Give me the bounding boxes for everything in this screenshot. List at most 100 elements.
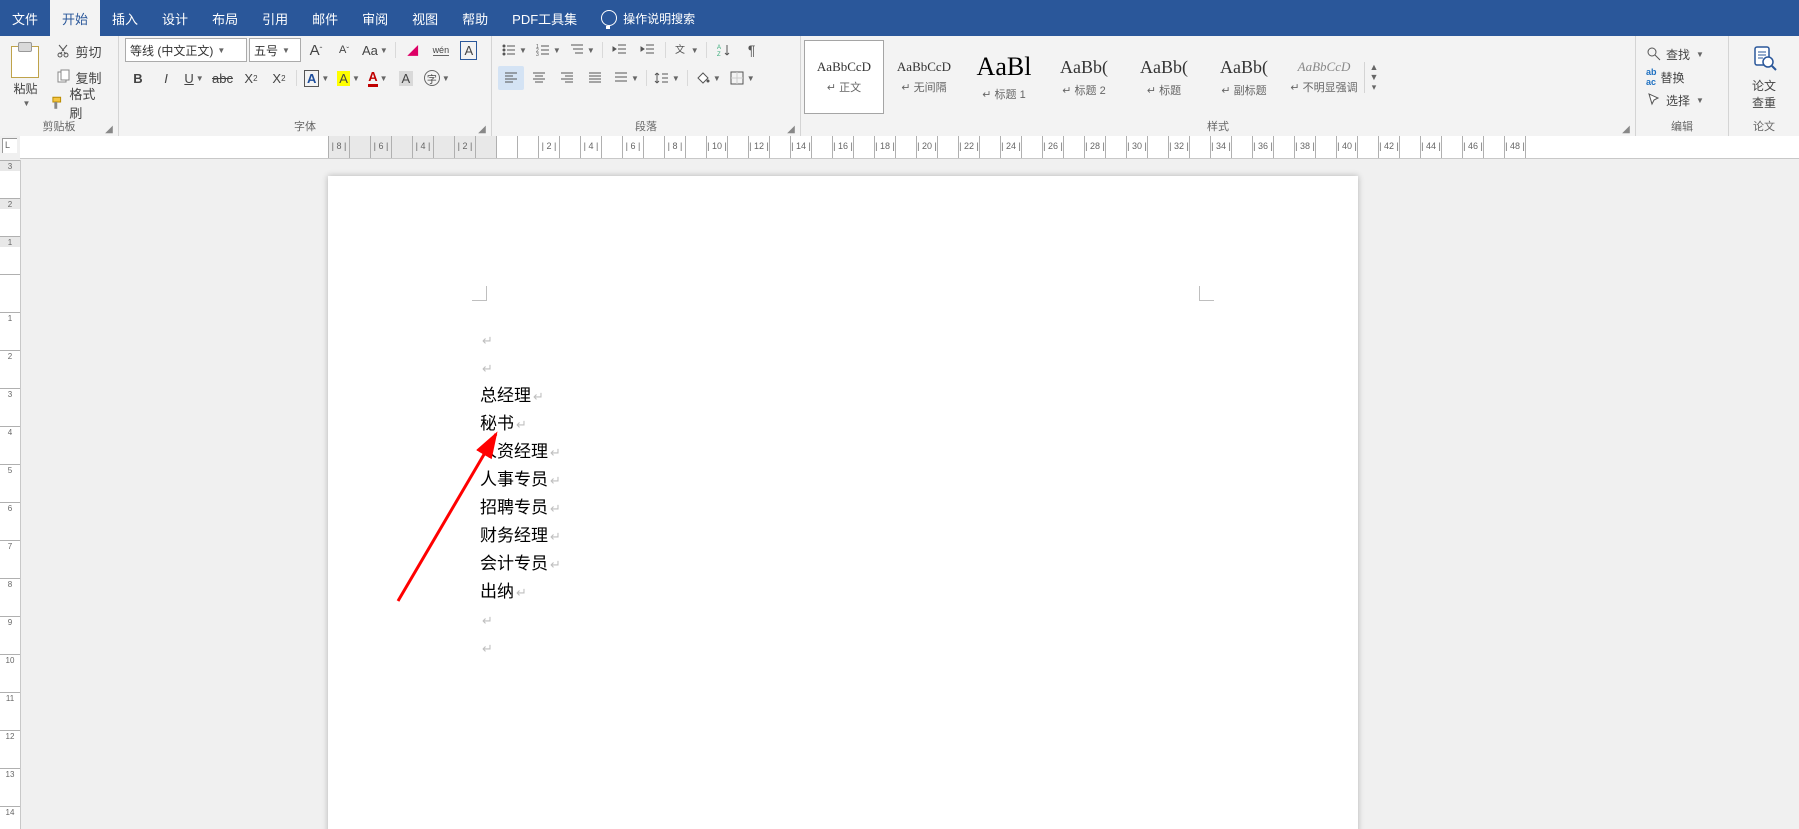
align-center-button[interactable] — [526, 66, 552, 90]
paste-button[interactable]: 粘贴 ▼ — [6, 42, 45, 112]
multilevel-button[interactable]: ▼ — [566, 38, 598, 62]
tab-design[interactable]: 设计 — [150, 0, 200, 36]
scissors-icon — [55, 43, 71, 59]
style-不明显强调[interactable]: AaBbCcD↵ 不明显强调 — [1284, 40, 1364, 114]
show-marks-button[interactable]: ¶ — [739, 38, 765, 62]
styles-scroll-up[interactable]: ▲ — [1365, 62, 1383, 72]
align-justify-button[interactable] — [582, 66, 608, 90]
shading-button[interactable]: ▼ — [692, 66, 724, 90]
tab-view[interactable]: 视图 — [400, 0, 450, 36]
tab-mailings[interactable]: 邮件 — [300, 0, 350, 36]
align-left-button[interactable] — [498, 66, 524, 90]
replace-button[interactable]: abac替换 — [1642, 66, 1708, 88]
group-styles-label: 样式 — [1207, 121, 1229, 133]
paragraph[interactable]: 人资经理↵ — [480, 438, 561, 466]
paragraph-launcher[interactable]: ◢ — [784, 122, 798, 136]
increase-indent-button[interactable] — [635, 38, 661, 62]
styles-more[interactable]: ▾ — [1365, 82, 1383, 93]
line-spacing-button[interactable]: ▼ — [651, 66, 683, 90]
style-正文[interactable]: AaBbCcD↵ 正文 — [804, 40, 884, 114]
style-标题[interactable]: AaBb(↵ 标题 — [1124, 40, 1204, 114]
svg-text:A: A — [717, 45, 721, 51]
bullets-icon — [501, 42, 517, 58]
font-launcher[interactable]: ◢ — [475, 122, 489, 136]
magnify-doc-icon — [1749, 43, 1779, 73]
paragraph[interactable]: 会计专员↵ — [480, 550, 561, 578]
superscript-button[interactable]: X2 — [266, 66, 292, 90]
paragraph[interactable]: 总经理↵ — [480, 382, 561, 410]
clear-formatting-button[interactable]: ◢A — [400, 38, 426, 62]
horizontal-ruler[interactable]: | 8 || 6 || 4 || 2 || 2 || 4 || 6 || 8 |… — [20, 136, 1799, 159]
styles-scroll-down[interactable]: ▼ — [1365, 72, 1383, 82]
style-副标题[interactable]: AaBb(↵ 副标题 — [1204, 40, 1284, 114]
paragraph[interactable]: 秘书↵ — [480, 410, 561, 438]
tab-pdf[interactable]: PDF工具集 — [500, 0, 589, 36]
tab-file[interactable]: 文件 — [0, 0, 50, 36]
shrink-font-button[interactable]: Aˇ — [331, 38, 357, 62]
enclose-char-button[interactable]: 字▼ — [421, 66, 453, 90]
align-justify-icon — [587, 70, 603, 86]
paragraph[interactable]: 人事专员↵ — [480, 466, 561, 494]
bold-button[interactable]: B — [125, 66, 151, 90]
vertical-ruler[interactable]: 32112345678910111213141516 — [0, 160, 21, 829]
font-name-combo[interactable]: 等线 (中文正文)▼ — [125, 38, 247, 62]
select-button[interactable]: 选择▼ — [1642, 89, 1708, 111]
sort-icon: AZ — [716, 42, 732, 58]
subscript-button[interactable]: X2 — [238, 66, 264, 90]
paragraph[interactable]: 招聘专员↵ — [480, 494, 561, 522]
paste-icon — [11, 46, 39, 78]
style-无间隔[interactable]: AaBbCcD↵ 无间隔 — [884, 40, 964, 114]
borders-button[interactable]: ▼ — [726, 66, 758, 90]
tab-home[interactable]: 开始 — [50, 0, 100, 36]
tell-me-search[interactable]: 操作说明搜索 — [589, 0, 707, 36]
tab-layout[interactable]: 布局 — [200, 0, 250, 36]
asian-layout-button[interactable]: 文▼ — [670, 38, 702, 62]
highlight-button[interactable]: A▼ — [334, 66, 363, 90]
margin-marker-tl — [472, 286, 487, 301]
format-painter-button[interactable]: 格式刷 — [47, 91, 110, 115]
font-size-combo[interactable]: 五号▼ — [249, 38, 301, 62]
char-shading-button[interactable]: A — [393, 66, 419, 90]
bucket-icon — [695, 70, 711, 86]
borders-icon — [729, 70, 745, 86]
styles-launcher[interactable]: ◢ — [1619, 122, 1633, 136]
line-spacing-icon — [654, 70, 670, 86]
phonetic-guide-button[interactable]: wén — [428, 38, 454, 62]
paragraph[interactable]: ↵ — [480, 634, 561, 662]
font-color-button[interactable]: A▼ — [365, 66, 391, 90]
underline-button[interactable]: U▼ — [181, 66, 207, 90]
align-right-button[interactable] — [554, 66, 580, 90]
style-标题 1[interactable]: AaBl↵ 标题 1 — [964, 40, 1044, 114]
thesis-check-button[interactable]: 论文查重 — [1735, 39, 1793, 115]
paragraph[interactable]: 出纳↵ — [480, 578, 561, 606]
numbering-button[interactable]: 123▼ — [532, 38, 564, 62]
text-effects-button[interactable]: A▼ — [301, 66, 332, 90]
decrease-indent-button[interactable] — [607, 38, 633, 62]
paragraph[interactable]: ↵ — [480, 354, 561, 382]
document-body[interactable]: ↵↵总经理↵秘书↵人资经理↵人事专员↵招聘专员↵财务经理↵会计专员↵出纳↵↵↵ — [480, 326, 561, 662]
outdent-icon — [612, 42, 628, 58]
sort-button[interactable]: AZ — [711, 38, 737, 62]
char-border-button[interactable]: A — [456, 38, 482, 62]
tab-review[interactable]: 审阅 — [350, 0, 400, 36]
change-case-button[interactable]: Aa▼ — [359, 38, 391, 62]
svg-text:Z: Z — [717, 52, 721, 58]
align-distribute-button[interactable]: ▼ — [610, 66, 642, 90]
document-page[interactable]: ↵↵总经理↵秘书↵人资经理↵人事专员↵招聘专员↵财务经理↵会计专员↵出纳↵↵↵ — [328, 176, 1358, 829]
tab-references[interactable]: 引用 — [250, 0, 300, 36]
clipboard-launcher[interactable]: ◢ — [102, 122, 116, 136]
tab-help[interactable]: 帮助 — [450, 0, 500, 36]
tab-insert[interactable]: 插入 — [100, 0, 150, 36]
grow-font-button[interactable]: Aˆ — [303, 38, 329, 62]
ruler-corner[interactable]: L — [2, 138, 17, 153]
paragraph[interactable]: ↵ — [480, 606, 561, 634]
style-标题 2[interactable]: AaBb(↵ 标题 2 — [1044, 40, 1124, 114]
align-right-icon — [559, 70, 575, 86]
paragraph[interactable]: 财务经理↵ — [480, 522, 561, 550]
find-button[interactable]: 查找▼ — [1642, 43, 1708, 65]
strike-button[interactable]: abc — [209, 66, 236, 90]
bullets-button[interactable]: ▼ — [498, 38, 530, 62]
cut-button[interactable]: 剪切 — [47, 39, 110, 63]
paragraph[interactable]: ↵ — [480, 326, 561, 354]
italic-button[interactable]: I — [153, 66, 179, 90]
